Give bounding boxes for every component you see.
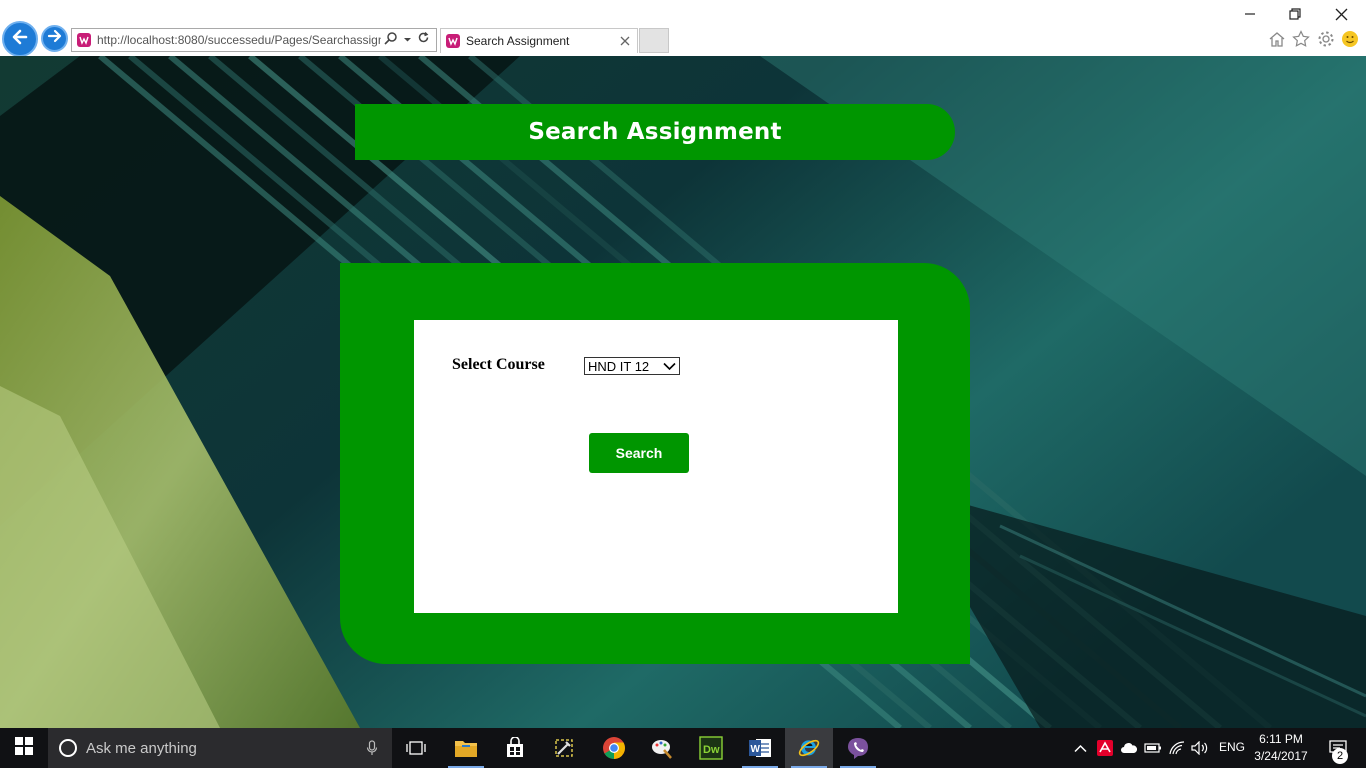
search-button[interactable]: Search [589, 433, 689, 473]
taskbar-dreamweaver[interactable]: Dw [687, 728, 735, 768]
forward-arrow-icon [47, 28, 63, 49]
taskbar-file-explorer[interactable] [442, 728, 490, 768]
notification-count-badge: 2 [1332, 748, 1348, 764]
favorites-star-icon[interactable] [1291, 29, 1311, 49]
tab-title: Search Assignment [466, 34, 570, 48]
antivirus-icon[interactable] [1095, 738, 1115, 758]
restore-icon[interactable] [1285, 4, 1305, 24]
tab-search-assignment[interactable]: Search Assignment [440, 28, 638, 53]
show-hidden-icons-chevron-up-icon[interactable] [1070, 738, 1090, 758]
refresh-icon[interactable] [417, 31, 430, 49]
chrome-icon [602, 736, 626, 760]
page-title-banner: Search Assignment [355, 104, 955, 160]
taskbar: Ask me anything Dw W ENG 6:11 PM 3/24/20… [0, 728, 1366, 768]
clock-date: 3/24/2017 [1254, 749, 1308, 763]
dropdown-arrow-icon[interactable] [403, 31, 412, 49]
site-favicon-icon [446, 34, 460, 48]
taskbar-viber[interactable] [834, 728, 882, 768]
close-icon[interactable] [616, 36, 634, 46]
search-form: Select Course HND IT 12 Search [414, 320, 898, 613]
home-icon[interactable] [1267, 29, 1287, 49]
page-content: Search Assignment Select Course HND IT 1… [0, 56, 1366, 728]
browser-chrome: http://localhost:8080/successedu/Pages/S… [0, 0, 1366, 57]
battery-icon[interactable] [1143, 738, 1163, 758]
input-language[interactable]: ENG [1219, 740, 1245, 754]
address-bar[interactable]: http://localhost:8080/successedu/Pages/S… [71, 28, 437, 52]
taskbar-paint-app[interactable] [638, 728, 686, 768]
window-close-icon[interactable] [1331, 4, 1351, 24]
taskbar-store[interactable] [491, 728, 539, 768]
site-favicon-icon [77, 33, 91, 47]
windows-logo-icon [15, 736, 33, 760]
wifi-icon[interactable] [1167, 738, 1187, 758]
task-view-icon [405, 740, 427, 756]
taskbar-clock[interactable]: 6:11 PM 3/24/2017 [1250, 731, 1312, 765]
taskbar-internet-explorer[interactable] [785, 728, 833, 768]
new-tab-button[interactable] [639, 28, 669, 53]
dreamweaver-icon: Dw [699, 736, 723, 760]
taskbar-chrome[interactable] [590, 728, 638, 768]
cortana-search-box[interactable]: Ask me anything [48, 728, 392, 768]
viber-icon [846, 736, 870, 760]
back-button[interactable] [2, 21, 38, 57]
internet-explorer-icon [797, 736, 821, 760]
url-text[interactable]: http://localhost:8080/successedu/Pages/S… [97, 33, 381, 47]
store-bag-icon [504, 737, 526, 759]
chevron-down-icon [663, 362, 676, 371]
search-form-panel: Select Course HND IT 12 Search [340, 263, 970, 664]
forward-button[interactable] [41, 25, 68, 52]
microphone-icon[interactable] [366, 740, 378, 756]
task-view-button[interactable] [392, 728, 440, 768]
start-button[interactable] [0, 728, 48, 768]
svg-text:Dw: Dw [703, 744, 720, 756]
onedrive-cloud-icon[interactable] [1119, 738, 1139, 758]
svg-text:W: W [751, 744, 761, 755]
tools-icon [552, 736, 576, 760]
back-arrow-icon [10, 27, 30, 52]
cortana-circle-icon [58, 738, 78, 758]
cortana-search-placeholder: Ask me anything [86, 739, 197, 757]
taskbar-tools-app[interactable] [540, 728, 588, 768]
folder-icon [454, 738, 478, 758]
settings-gear-icon[interactable] [1316, 29, 1336, 49]
course-select-value: HND IT 12 [588, 358, 650, 374]
volume-icon[interactable] [1190, 738, 1210, 758]
smiley-feedback-icon[interactable] [1340, 29, 1360, 49]
taskbar-word[interactable]: W [736, 728, 784, 768]
minimize-icon[interactable] [1240, 4, 1260, 24]
search-icon[interactable] [384, 31, 398, 50]
select-course-label: Select Course [452, 356, 545, 373]
clock-time: 6:11 PM [1259, 732, 1303, 746]
course-select[interactable]: HND IT 12 [584, 357, 680, 375]
word-icon: W [748, 736, 772, 760]
page-title: Search Assignment [528, 119, 782, 145]
paint-icon [650, 736, 674, 760]
